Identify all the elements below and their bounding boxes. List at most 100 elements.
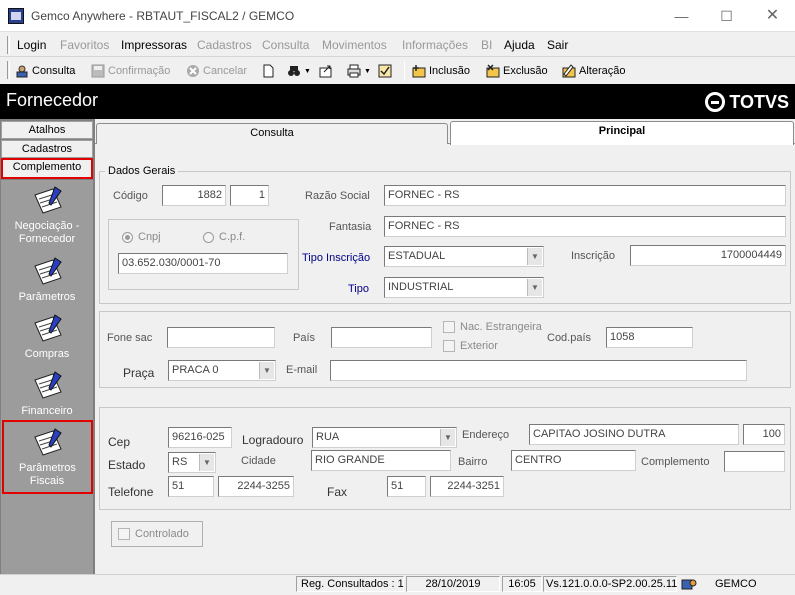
logradouro-select[interactable]: RUA ▼ [312,427,457,448]
telefone-ddd-field[interactable]: 51 [168,476,214,497]
maximize-icon[interactable]: ☐ [704,0,749,32]
tab-consulta[interactable]: Consulta [96,123,448,144]
documento-field[interactable]: 03.652.030/0001-70 [118,253,288,274]
tipo-select[interactable]: INDUSTRIAL ▼ [384,277,544,298]
fantasia-label: Fantasia [329,221,372,233]
fax-field[interactable]: 2244-3251 [430,476,504,497]
chevron-down-icon: ▼ [527,248,542,265]
menu-favoritos[interactable]: Favoritos [60,38,109,52]
close-icon[interactable]: ✕ [750,0,795,32]
export-icon [319,65,332,78]
menu-login[interactable]: Login [17,38,46,52]
cep-field[interactable]: 96216-025 [168,427,232,448]
status-reg-consultados: Reg. Consultados : 1 [296,576,404,592]
status-date: 28/10/2019 [406,576,500,592]
telefone-field[interactable]: 2244-3255 [218,476,294,497]
razao-social-field[interactable]: FORNEC - RS [384,185,786,206]
cnpj-label: Cnpj [138,231,161,243]
cod-pais-field[interactable]: 1058 [606,327,693,348]
cancelar-label: Cancelar [203,65,248,77]
controlado-checkbox-icon [118,528,130,540]
notepad-icon [34,257,62,285]
sidebar-complemento[interactable]: Complemento [1,158,93,179]
nav-financeiro[interactable]: Financeiro [1,370,93,417]
menu-cadastros[interactable]: Cadastros [197,38,252,52]
inscricao-field[interactable]: 1700004449 [630,245,786,266]
filter-button[interactable] [378,62,392,80]
estado-label: Estado [108,458,146,472]
consulta-button[interactable]: Consulta [15,62,75,80]
praca-value: PRACA 0 [172,364,219,376]
save-icon [91,64,105,78]
cpf-radio[interactable]: C.p.f. [203,231,245,243]
search-button[interactable]: ▼ [287,62,311,80]
new-document-button[interactable] [261,62,275,80]
totvs-logo-text: TOTVS [729,91,789,112]
nav-parametros[interactable]: Parâmetros [1,256,93,303]
tab-principal[interactable]: Principal [450,121,794,145]
cidade-label: Cidade [241,455,276,467]
sidebar-atalhos[interactable]: Atalhos [1,121,93,139]
menu-bi[interactable]: BI [481,38,492,52]
bairro-field[interactable]: CENTRO [511,450,636,471]
cancelar-button[interactable]: Cancelar [186,62,247,80]
nav-financeiro-label: Financeiro [21,405,73,417]
inscricao-label: Inscrição [571,250,616,262]
endereco-label: Endereço [462,429,510,441]
notepad-icon [34,186,62,214]
estado-value: RS [172,456,188,468]
cidade-field[interactable]: RIO GRANDE [311,450,451,471]
print-button[interactable]: ▼ [347,62,371,80]
menu-informacoes[interactable]: Informações [402,38,468,52]
window-title: Gemco Anywhere - RBTAUT_FISCAL2 / GEMCO [31,9,295,23]
notepad-icon [34,371,62,399]
nav-parametros-fiscais[interactable]: Parâmetros Fiscais [1,427,93,488]
praca-select[interactable]: PRACA 0 ▼ [168,360,276,381]
binoculars-icon [288,66,300,76]
minimize-icon[interactable]: — [659,0,704,32]
alteracao-button[interactable]: Alteração [562,62,625,80]
menu-consulta[interactable]: Consulta [262,38,309,52]
inclusao-label: Inclusão [429,65,470,77]
exclusao-button[interactable]: Exclusão [486,62,548,80]
menu-impressoras[interactable]: Impressoras [121,38,187,52]
estado-select[interactable]: RS ▼ [168,452,216,473]
status-version: Vs.121.0.0.0-SP2.00.25.11 [543,576,677,592]
endereco-field[interactable]: CAPITAO JOSINO DUTRA [529,424,739,445]
complemento-field[interactable] [724,451,785,472]
menu-ajuda[interactable]: Ajuda [504,38,535,52]
inclusao-button[interactable]: Inclusão [412,62,470,80]
chevron-down-icon: ▼ [259,362,274,379]
menu-grip [7,36,10,54]
nav-negociacao-fornecedor[interactable]: Negociação - Fornecedor [1,185,93,246]
codigo-dv-field[interactable]: 1 [230,185,269,206]
email-field[interactable] [330,360,747,381]
razao-social-label: Razão Social [305,190,370,202]
title-bar: Gemco Anywhere - RBTAUT_FISCAL2 / GEMCO … [0,0,795,32]
nac-estrangeira-checkbox[interactable]: Nac. Estrangeira [443,321,542,333]
menu-movimentos[interactable]: Movimentos [322,38,387,52]
fantasia-field[interactable]: FORNEC - RS [384,216,786,237]
export-button[interactable] [319,62,333,80]
numero-field[interactable]: 100 [743,424,785,445]
fax-ddd-field[interactable]: 51 [387,476,426,497]
codigo-field[interactable]: 1882 [162,185,226,206]
complemento-label: Complemento [641,456,710,468]
controlado-checkbox[interactable]: Controlado [111,521,203,547]
confirmacao-button[interactable]: Confirmação [91,62,170,80]
exterior-checkbox[interactable]: Exterior [443,340,498,352]
cod-pais-label: Cod.país [547,332,592,344]
fone-sac-label: Fone sac [107,332,153,344]
menu-sair[interactable]: Sair [547,38,568,52]
notepad-icon [34,314,62,342]
nav-compras[interactable]: Compras [1,313,93,360]
sidebar-cadastros[interactable]: Cadastros [1,140,93,158]
logradouro-label: Logradouro [242,433,304,447]
pais-field[interactable] [331,327,432,348]
exterior-checkbox-icon [443,340,455,352]
cnpj-radio[interactable]: Cnpj [122,231,161,243]
fone-sac-field[interactable] [167,327,275,348]
tipo-inscricao-select[interactable]: ESTADUAL ▼ [384,246,544,267]
tipo-value: INDUSTRIAL [388,281,454,293]
cep-label: Cep [108,435,131,449]
